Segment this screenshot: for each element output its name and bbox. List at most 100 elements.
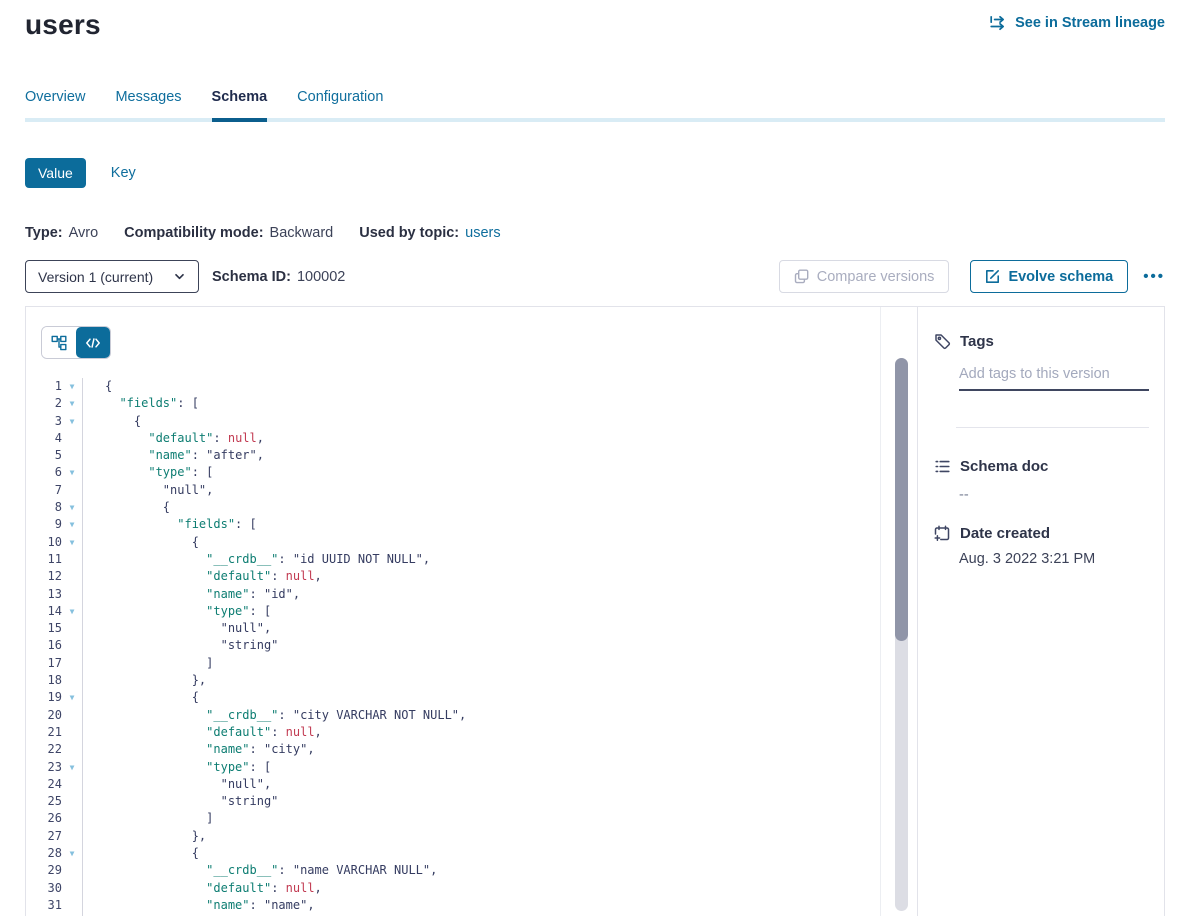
code-token: : — [250, 587, 264, 601]
code-token: : — [250, 898, 264, 912]
line-number: 21 — [26, 724, 62, 741]
fold-toggle-icon[interactable]: ▼ — [62, 499, 82, 516]
line-number: 17 — [26, 655, 62, 672]
stream-lineage-label: See in Stream lineage — [1015, 15, 1165, 31]
chevron-down-icon — [173, 270, 186, 283]
code-token: null — [286, 881, 315, 895]
sidebar-divider — [956, 427, 1149, 428]
line-number: 8 — [26, 499, 62, 516]
vertical-scrollbar[interactable] — [895, 358, 908, 911]
version-select[interactable]: Version 1 (current) — [25, 260, 199, 293]
code-token: : — [278, 552, 292, 566]
meta-label: Used by topic: — [359, 225, 459, 241]
code-token: "default" — [206, 881, 271, 895]
code-token: , — [257, 448, 264, 462]
code-token: , — [257, 431, 264, 445]
fold-toggle-icon[interactable]: ▼ — [62, 516, 82, 533]
serde-toggle: Value Key — [25, 158, 1165, 188]
page: users See in Stream lineage Overview Mess… — [0, 0, 1189, 916]
tab-schema[interactable]: Schema — [212, 89, 268, 118]
code-token: "name" — [206, 742, 249, 756]
code-token: ] — [206, 811, 213, 825]
fold-spacer — [62, 828, 82, 845]
key-toggle-button[interactable]: Key — [111, 165, 136, 181]
more-actions-button[interactable]: ••• — [1143, 272, 1165, 282]
code-line-text: "__crdb__": "id UUID NOT NULL", — [82, 551, 430, 568]
view-mode-toggle — [41, 326, 111, 359]
code-line-text: { — [82, 689, 199, 706]
code-token: , — [430, 863, 437, 877]
code-line-text: "fields": [ — [82, 516, 257, 533]
line-number: 28 — [26, 845, 62, 862]
code-token: "type" — [206, 760, 249, 774]
fold-spacer — [62, 482, 82, 499]
line-number: 12 — [26, 568, 62, 585]
see-in-stream-lineage-link[interactable]: See in Stream lineage — [990, 15, 1165, 31]
page-title: users — [25, 8, 101, 42]
code-line: 25 "string" — [26, 793, 917, 810]
code-token: : [ — [177, 396, 199, 410]
line-number: 15 — [26, 620, 62, 637]
meta-value-link[interactable]: users — [465, 225, 500, 241]
code-token: { — [134, 414, 141, 428]
fold-toggle-icon[interactable]: ▼ — [62, 413, 82, 430]
code-token: }, — [192, 673, 206, 687]
fold-toggle-icon[interactable]: ▼ — [62, 759, 82, 776]
code-line: 11 "__crdb__": "id UUID NOT NULL", — [26, 551, 917, 568]
tab-overview[interactable]: Overview — [25, 89, 85, 118]
code-line-text: { — [82, 534, 199, 551]
code-token: "after" — [206, 448, 257, 462]
fold-toggle-icon[interactable]: ▼ — [62, 603, 82, 620]
compare-versions-button[interactable]: Compare versions — [779, 260, 950, 293]
schema-panel: 1▼{2▼ "fields": [3▼ {4 "default": null,5… — [25, 306, 1165, 916]
value-toggle-button[interactable]: Value — [25, 158, 86, 188]
fold-toggle-icon[interactable]: ▼ — [62, 464, 82, 481]
code-token: : — [278, 863, 292, 877]
code-line: 18 }, — [26, 672, 917, 689]
scrollbar-thumb[interactable] — [895, 358, 908, 641]
header: users See in Stream lineage — [25, 8, 1165, 42]
code-line: 1▼{ — [26, 378, 917, 395]
code-token: , — [307, 898, 314, 912]
code-line-text: "default": null, — [82, 880, 322, 897]
fold-spacer — [62, 793, 82, 810]
fold-toggle-icon[interactable]: ▼ — [62, 689, 82, 706]
code-token: "type" — [206, 604, 249, 618]
fold-spacer — [62, 897, 82, 914]
fold-toggle-icon[interactable]: ▼ — [62, 534, 82, 551]
code-line: 4 "default": null, — [26, 430, 917, 447]
tab-track — [25, 118, 1165, 122]
fold-toggle-icon[interactable]: ▼ — [62, 395, 82, 412]
code-token: "null" — [221, 621, 264, 635]
meta-value: Avro — [69, 225, 99, 241]
schema-doc-value: -- — [959, 487, 1149, 503]
schema-code-editor[interactable]: 1▼{2▼ "fields": [3▼ {4 "default": null,5… — [26, 378, 917, 916]
tab-messages[interactable]: Messages — [115, 89, 181, 118]
code-line: 26 ] — [26, 810, 917, 827]
code-token: "city" — [264, 742, 307, 756]
fold-spacer — [62, 655, 82, 672]
code-line: 20 "__crdb__": "city VARCHAR NOT NULL", — [26, 707, 917, 724]
fold-spacer — [62, 776, 82, 793]
compare-versions-label: Compare versions — [817, 269, 935, 285]
code-token: : — [213, 431, 227, 445]
schema-id-label: Schema ID: — [212, 269, 291, 285]
code-token: "id" — [264, 587, 293, 601]
line-number: 7 — [26, 482, 62, 499]
code-token: "__crdb__" — [206, 863, 278, 877]
code-line-text: { — [82, 413, 141, 430]
tree-view-button[interactable] — [42, 327, 76, 358]
code-line-text: "type": [ — [82, 464, 213, 481]
tab-configuration[interactable]: Configuration — [297, 89, 383, 118]
code-view-button[interactable] — [76, 327, 110, 358]
code-line-text: ] — [82, 810, 213, 827]
add-tags-input[interactable] — [959, 364, 1149, 391]
fold-toggle-icon[interactable]: ▼ — [62, 378, 82, 395]
code-token: "default" — [206, 569, 271, 583]
code-token: "fields" — [119, 396, 177, 410]
fold-spacer — [62, 447, 82, 464]
fold-toggle-icon[interactable]: ▼ — [62, 845, 82, 862]
line-number: 22 — [26, 741, 62, 758]
evolve-schema-button[interactable]: Evolve schema — [970, 260, 1128, 293]
code-line: 19▼ { — [26, 689, 917, 706]
